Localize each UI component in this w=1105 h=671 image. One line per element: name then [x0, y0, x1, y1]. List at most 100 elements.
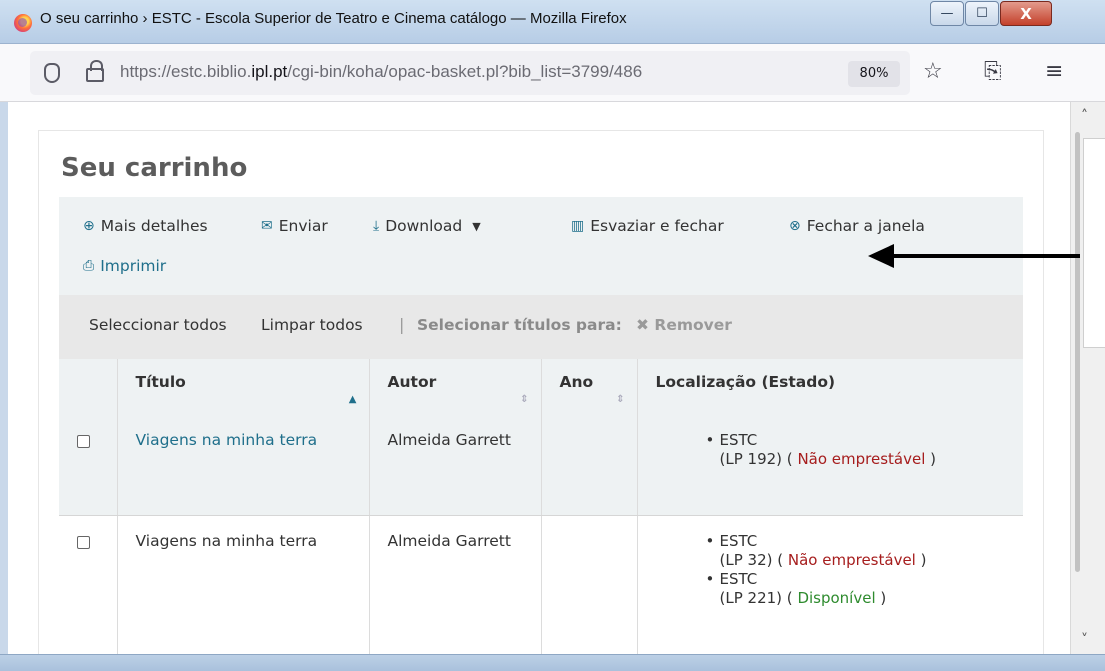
year-header-label: Ano [559, 373, 594, 391]
download-dropdown[interactable]: ⤓ Download ▼ [373, 217, 481, 235]
holding-item: ESTC (LP 32) ( Não emprestável ) [706, 532, 1014, 570]
download-icon: ⤓ [373, 218, 380, 234]
title-cell: Viagens na minha terra [117, 515, 370, 654]
holding-library: ESTC [719, 431, 758, 449]
star-icon[interactable]: ☆ [923, 58, 943, 86]
holding-details: (LP 221) ( Disponível ) [720, 589, 1014, 608]
holding-library: ESTC [719, 531, 758, 550]
sort-icon[interactable]: ⇕ [616, 394, 624, 405]
browser-navbar: https://estc.biblio.ipl.pt/cgi-bin/koha/… [0, 44, 1105, 102]
selection-separator: | [399, 315, 405, 334]
holding-details: (LP 192) ( Não emprestável ) [720, 450, 1014, 469]
year-cell [541, 415, 638, 516]
trash-icon: ▥ [571, 218, 585, 234]
zoom-level-button[interactable]: 80% [848, 61, 900, 87]
scroll-up-icon[interactable]: ˄ [1081, 108, 1088, 124]
status-close: ) [930, 450, 937, 468]
holdings-list: ESTC (LP 32) ( Não emprestável ) ESTC (L… [706, 532, 1014, 608]
selection-bar: Seleccionar todos Limpar todos | Selecio… [59, 295, 1023, 359]
maximize-button[interactable]: ☐ [965, 1, 999, 26]
send-button[interactable]: ✉ Enviar [261, 217, 328, 235]
author-cell: Almeida Garrett [369, 515, 542, 654]
year-cell [541, 515, 638, 654]
window-bottom-frame [0, 654, 1105, 671]
close-window-label: Fechar a janela [806, 217, 925, 235]
maximize-icon: ☐ [976, 6, 988, 21]
url-path: /cgi-bin/koha/opac-basket.pl?bib_list=37… [287, 62, 643, 81]
select-titles-label: Selecionar títulos para: [417, 316, 622, 334]
url-host: ipl.pt [251, 62, 288, 81]
page-title: Seu carrinho [61, 153, 248, 183]
print-button[interactable]: ⎙ Imprimir [83, 257, 166, 275]
remove-label: Remover [654, 316, 732, 334]
envelope-icon: ✉ [261, 218, 273, 234]
menu-icon[interactable]: ≡ [1045, 58, 1063, 86]
clear-all-link[interactable]: Limpar todos [261, 316, 363, 334]
location-cell: ESTC (LP 192) ( Não emprestável ) [637, 415, 1023, 516]
scroll-down-icon[interactable]: ˅ [1081, 632, 1088, 648]
row-checkbox-cell [59, 515, 118, 654]
year-column-header[interactable]: Ano ⇕ [541, 359, 638, 415]
print-label: Imprimir [100, 257, 167, 275]
title-cell: Viagens na minha terra [117, 415, 370, 516]
holding-details: (LP 32) ( Não emprestável ) [720, 551, 1014, 570]
close-window-link[interactable]: ⊗ Fechar a janela [789, 217, 925, 235]
row-checkbox[interactable] [77, 535, 90, 549]
caret-down-icon: ▼ [472, 219, 481, 233]
close-window-button[interactable]: X [1000, 1, 1052, 26]
basket-table: Título ▲ Autor ⇕ Ano ⇕ Localização (Esta… [59, 359, 1023, 654]
title-link[interactable]: Viagens na minha terra [136, 431, 318, 449]
checkbox-column-header [59, 359, 118, 415]
window-left-frame [0, 102, 8, 654]
minimize-button[interactable]: — [930, 1, 964, 26]
holding-status: Disponível [797, 588, 876, 607]
status-close: ) [920, 550, 927, 569]
window-titlebar: O seu carrinho › ESTC - Escola Superior … [0, 0, 1105, 44]
select-all-link[interactable]: Seleccionar todos [89, 316, 227, 334]
page-viewport: Seu carrinho ⊕ Mais detalhes ✉ Enviar ⤓ … [8, 102, 1070, 654]
x-icon: ✖ [636, 316, 649, 334]
shield-icon[interactable] [44, 63, 60, 83]
download-label: Download [385, 217, 463, 235]
author-header-label: Autor [387, 373, 437, 391]
holding-callno: (LP 221) [719, 588, 783, 607]
row-checkbox[interactable] [77, 435, 90, 448]
author-column-header[interactable]: Autor ⇕ [369, 359, 542, 415]
holding-status: Não emprestável [787, 550, 916, 569]
title-header-label: Título [135, 373, 186, 391]
annotation-arrow-line [880, 254, 1080, 258]
remove-button[interactable]: ✖ Remover [636, 316, 732, 334]
sort-asc-icon[interactable]: ▲ [349, 394, 357, 405]
holding-item: ESTC (LP 192) ( Não emprestável ) [706, 431, 1014, 469]
printer-icon: ⎙ [83, 258, 95, 274]
annotation-arrow-head-icon [868, 244, 894, 268]
holding-callno: (LP 192) [719, 450, 783, 468]
row-checkbox-cell [59, 415, 118, 516]
extensions-icon[interactable]: ⎘ [984, 58, 1002, 86]
window-title: O seu carrinho › ESTC - Escola Superior … [40, 10, 627, 27]
table-row: Viagens na minha terra Almeida Garrett E… [59, 415, 1023, 516]
holding-status: Não emprestável [797, 450, 926, 468]
more-details-label: Mais detalhes [100, 217, 208, 235]
more-details-button[interactable]: ⊕ Mais detalhes [83, 217, 208, 235]
table-row: Viagens na minha terra Almeida Garrett E… [59, 515, 1023, 654]
location-header-label: Localização (Estado) [655, 373, 836, 391]
title-column-header[interactable]: Título ▲ [117, 359, 370, 415]
empty-close-label: Esvaziar e fechar [590, 217, 724, 235]
status-close: ) [880, 588, 887, 607]
url-prefix: https://estc.biblio. [120, 62, 252, 81]
scrollbar-thumb[interactable] [1075, 132, 1080, 572]
holding-library: ESTC [719, 569, 758, 588]
location-cell: ESTC (LP 32) ( Não emprestável ) ESTC (L… [637, 515, 1023, 654]
zoom-in-icon: ⊕ [83, 218, 95, 234]
url-text[interactable]: https://estc.biblio.ipl.pt/cgi-bin/koha/… [120, 62, 848, 82]
status-open: ( [786, 450, 793, 468]
basket-card: Seu carrinho ⊕ Mais detalhes ✉ Enviar ⤓ … [38, 130, 1044, 654]
table-header-row: Título ▲ Autor ⇕ Ano ⇕ Localização (Esta… [59, 359, 1023, 415]
address-bar[interactable]: https://estc.biblio.ipl.pt/cgi-bin/koha/… [30, 51, 910, 95]
status-open: ( [777, 550, 784, 569]
sort-icon[interactable]: ⇕ [520, 394, 528, 405]
send-label: Enviar [278, 217, 328, 235]
lock-icon[interactable] [86, 60, 104, 82]
empty-and-close-button[interactable]: ▥ Esvaziar e fechar [571, 217, 724, 235]
